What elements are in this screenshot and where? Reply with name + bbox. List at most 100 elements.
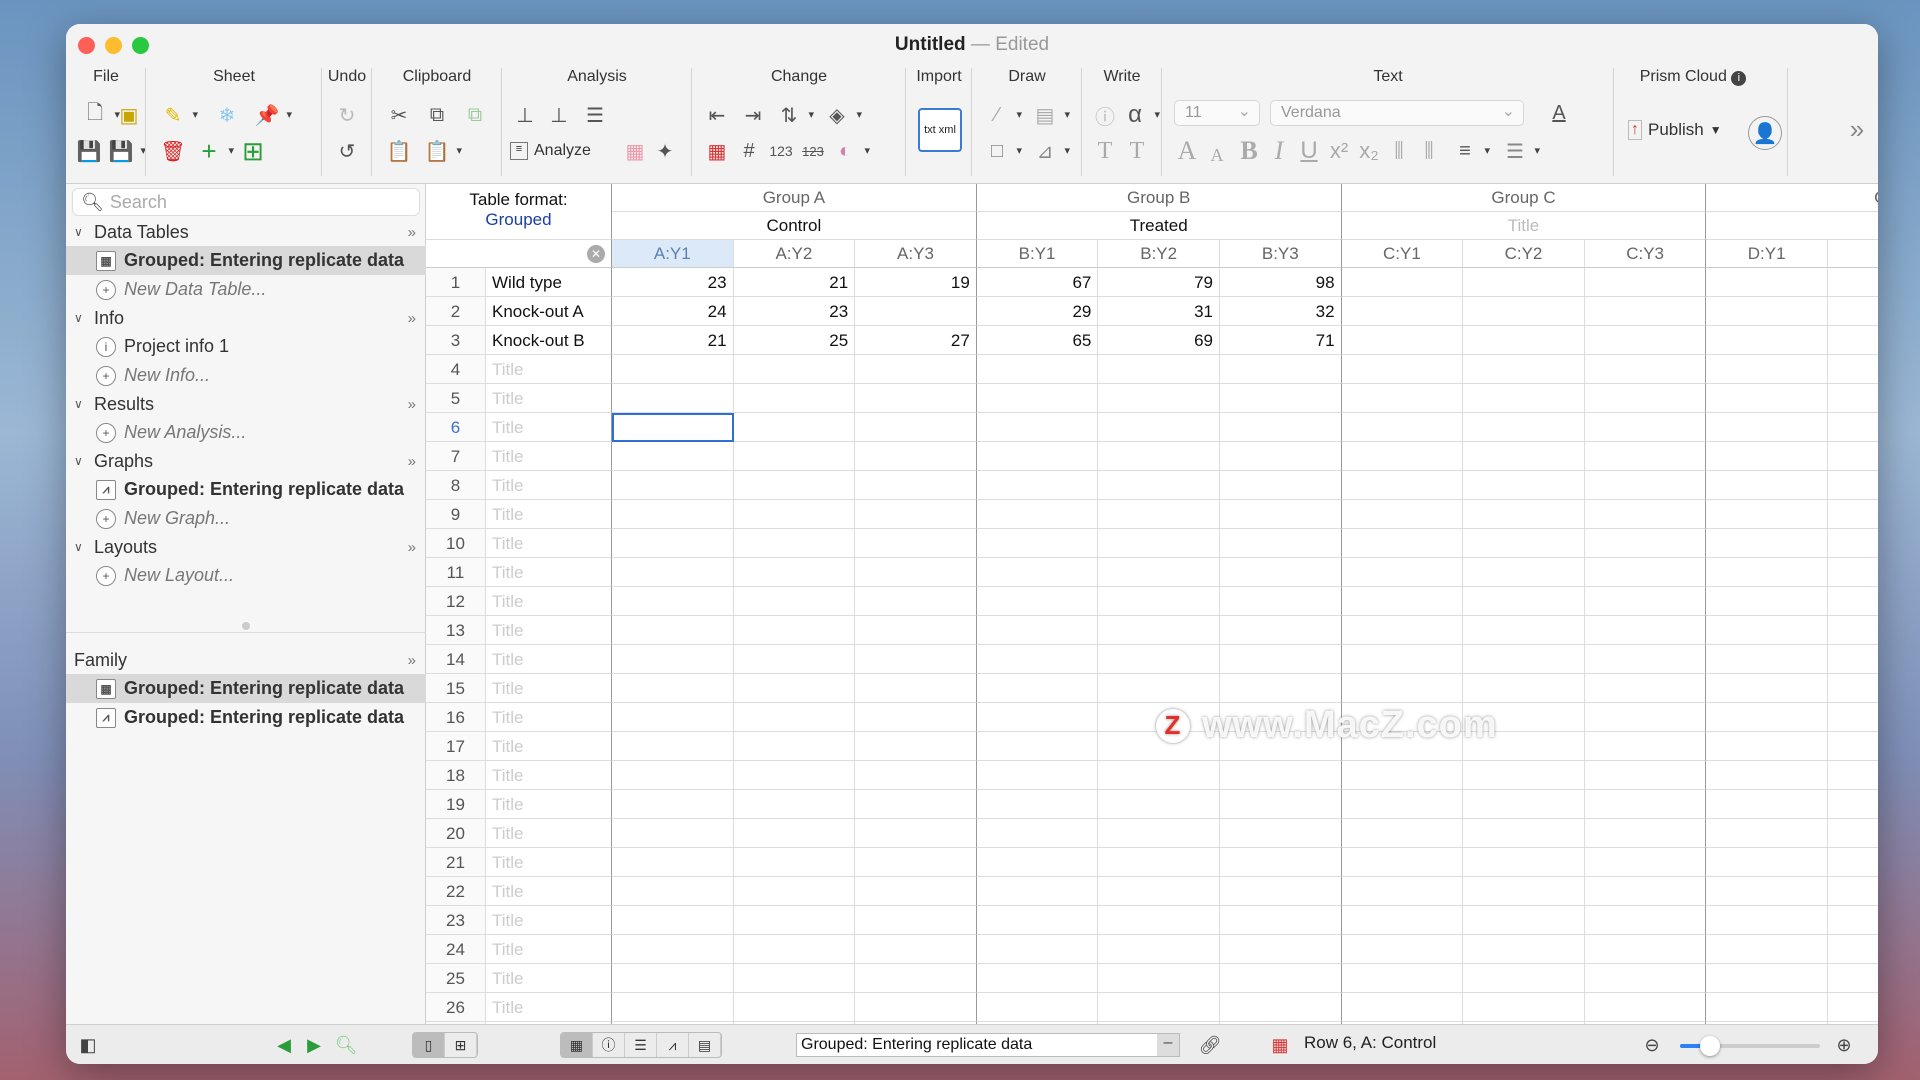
data-cell[interactable] [1463, 877, 1585, 906]
data-cell[interactable] [1098, 529, 1220, 558]
data-cell[interactable] [1828, 645, 1878, 674]
data-cell[interactable] [1706, 674, 1828, 703]
data-cell[interactable] [1706, 500, 1828, 529]
sidebar-item-graph[interactable]: ⩘ Grouped: Entering replicate data [66, 475, 426, 504]
analyze-button[interactable]: ≡ Analyze [510, 142, 591, 160]
data-cell[interactable] [1584, 268, 1707, 297]
text-direction-2-icon[interactable]: ⫼ [1416, 138, 1442, 164]
data-cell[interactable] [976, 674, 1099, 703]
redo-icon[interactable]: ↻ [334, 102, 360, 128]
data-cell[interactable] [855, 674, 977, 703]
data-cell[interactable] [1828, 442, 1878, 471]
data-cell[interactable] [1220, 935, 1342, 964]
publish-button[interactable]: ↑ Publish ▼ [1628, 120, 1722, 140]
data-cell[interactable] [1341, 355, 1464, 384]
data-cell[interactable] [612, 877, 734, 906]
data-cell[interactable] [1341, 326, 1464, 355]
data-cell[interactable] [1706, 993, 1828, 1022]
data-cell[interactable] [1098, 761, 1220, 790]
data-cell[interactable] [855, 790, 977, 819]
data-cell[interactable] [855, 529, 977, 558]
data-cell[interactable] [855, 906, 977, 935]
group-title[interactable]: Treated [976, 212, 1342, 240]
row-title[interactable]: Title [486, 413, 612, 442]
data-cell[interactable] [1828, 761, 1878, 790]
xy-analysis-icon[interactable]: ⊥ [512, 102, 538, 128]
data-cell[interactable] [855, 587, 977, 616]
data-cell[interactable] [733, 906, 856, 935]
data-cell[interactable] [1098, 471, 1220, 500]
data-cell[interactable] [1828, 355, 1878, 384]
data-cell[interactable] [612, 413, 734, 442]
sheet-selector[interactable]: Grouped: Entering replicate data [796, 1033, 1180, 1057]
column-header[interactable]: D:Y1 [1706, 240, 1828, 268]
data-cell[interactable] [612, 761, 734, 790]
more-icon[interactable]: » [408, 396, 416, 413]
data-cell[interactable] [733, 790, 856, 819]
delete-icon[interactable]: 🗑 [160, 138, 186, 164]
data-cell[interactable]: 79 [1098, 268, 1220, 297]
data-cell[interactable] [1828, 703, 1878, 732]
data-cell[interactable] [1098, 848, 1220, 877]
data-cell[interactable] [1584, 906, 1707, 935]
info-icon[interactable]: i [1731, 71, 1747, 86]
row-title[interactable]: Title [486, 355, 612, 384]
data-cell[interactable] [855, 471, 977, 500]
graph-section-icon[interactable]: ⩘ [657, 1033, 689, 1057]
data-cell[interactable]: 31 [1098, 297, 1220, 326]
number-format-icon[interactable]: # [736, 138, 762, 164]
data-cell[interactable] [1463, 935, 1585, 964]
data-cell[interactable] [1098, 964, 1220, 993]
cut-icon[interactable]: ✂ [386, 102, 412, 128]
bold-icon[interactable]: B [1236, 136, 1262, 165]
row-title[interactable]: Title [486, 674, 612, 703]
account-icon[interactable]: 👤 [1748, 116, 1782, 150]
data-cell[interactable] [1220, 384, 1342, 413]
data-cell[interactable] [1341, 587, 1464, 616]
sidebar-item-new-graph[interactable]: + New Graph... [66, 504, 426, 533]
data-cell[interactable] [733, 848, 856, 877]
font-size-select[interactable]: 11 [1174, 100, 1260, 126]
paste-icon[interactable]: 📋 [386, 138, 412, 164]
data-cell[interactable] [1098, 500, 1220, 529]
row-number[interactable]: 6 [426, 413, 486, 442]
data-cell[interactable] [976, 616, 1099, 645]
row-title[interactable]: Title [486, 645, 612, 674]
data-cell[interactable] [1463, 500, 1585, 529]
row-title[interactable]: Title [486, 906, 612, 935]
data-cell[interactable] [1463, 906, 1585, 935]
column-header[interactable]: B:Y2 [1098, 240, 1220, 268]
data-cell[interactable] [1584, 964, 1707, 993]
data-cell[interactable] [612, 993, 734, 1022]
underline-icon[interactable]: U [1296, 137, 1322, 164]
row-title[interactable]: Title [486, 384, 612, 413]
data-cell[interactable]: 19 [855, 268, 977, 297]
sidebar-item-new-layout[interactable]: + New Layout... [66, 561, 426, 590]
line-tool-icon[interactable]: ⁄ [984, 102, 1022, 128]
data-cell[interactable] [1220, 587, 1342, 616]
data-cell[interactable] [976, 500, 1099, 529]
data-cell[interactable]: 71 [1220, 326, 1342, 355]
data-cell[interactable] [855, 413, 977, 442]
column-header[interactable]: C:Y2 [1463, 240, 1585, 268]
data-cell[interactable] [733, 877, 856, 906]
data-cell[interactable] [855, 355, 977, 384]
data-cell[interactable] [855, 616, 977, 645]
row-title[interactable]: Title [486, 877, 612, 906]
data-cell[interactable] [1584, 674, 1707, 703]
data-cell[interactable] [612, 732, 734, 761]
data-cell[interactable] [1463, 529, 1585, 558]
text-direction-icon[interactable]: ⫼ [1386, 138, 1412, 164]
data-cell[interactable] [612, 906, 734, 935]
data-cell[interactable] [976, 819, 1099, 848]
data-cell[interactable] [1463, 297, 1585, 326]
data-cell[interactable] [855, 732, 977, 761]
row-number[interactable]: 2 [426, 297, 486, 326]
column-stats-icon[interactable]: ⊥ [546, 102, 572, 128]
row-title[interactable]: Title [486, 848, 612, 877]
data-cell[interactable] [1584, 355, 1707, 384]
data-cell[interactable] [1098, 674, 1220, 703]
row-number[interactable]: 21 [426, 848, 486, 877]
family-item-graph[interactable]: ⩘ Grouped: Entering replicate data [66, 703, 426, 732]
decrease-font-icon[interactable]: A [1204, 142, 1230, 168]
